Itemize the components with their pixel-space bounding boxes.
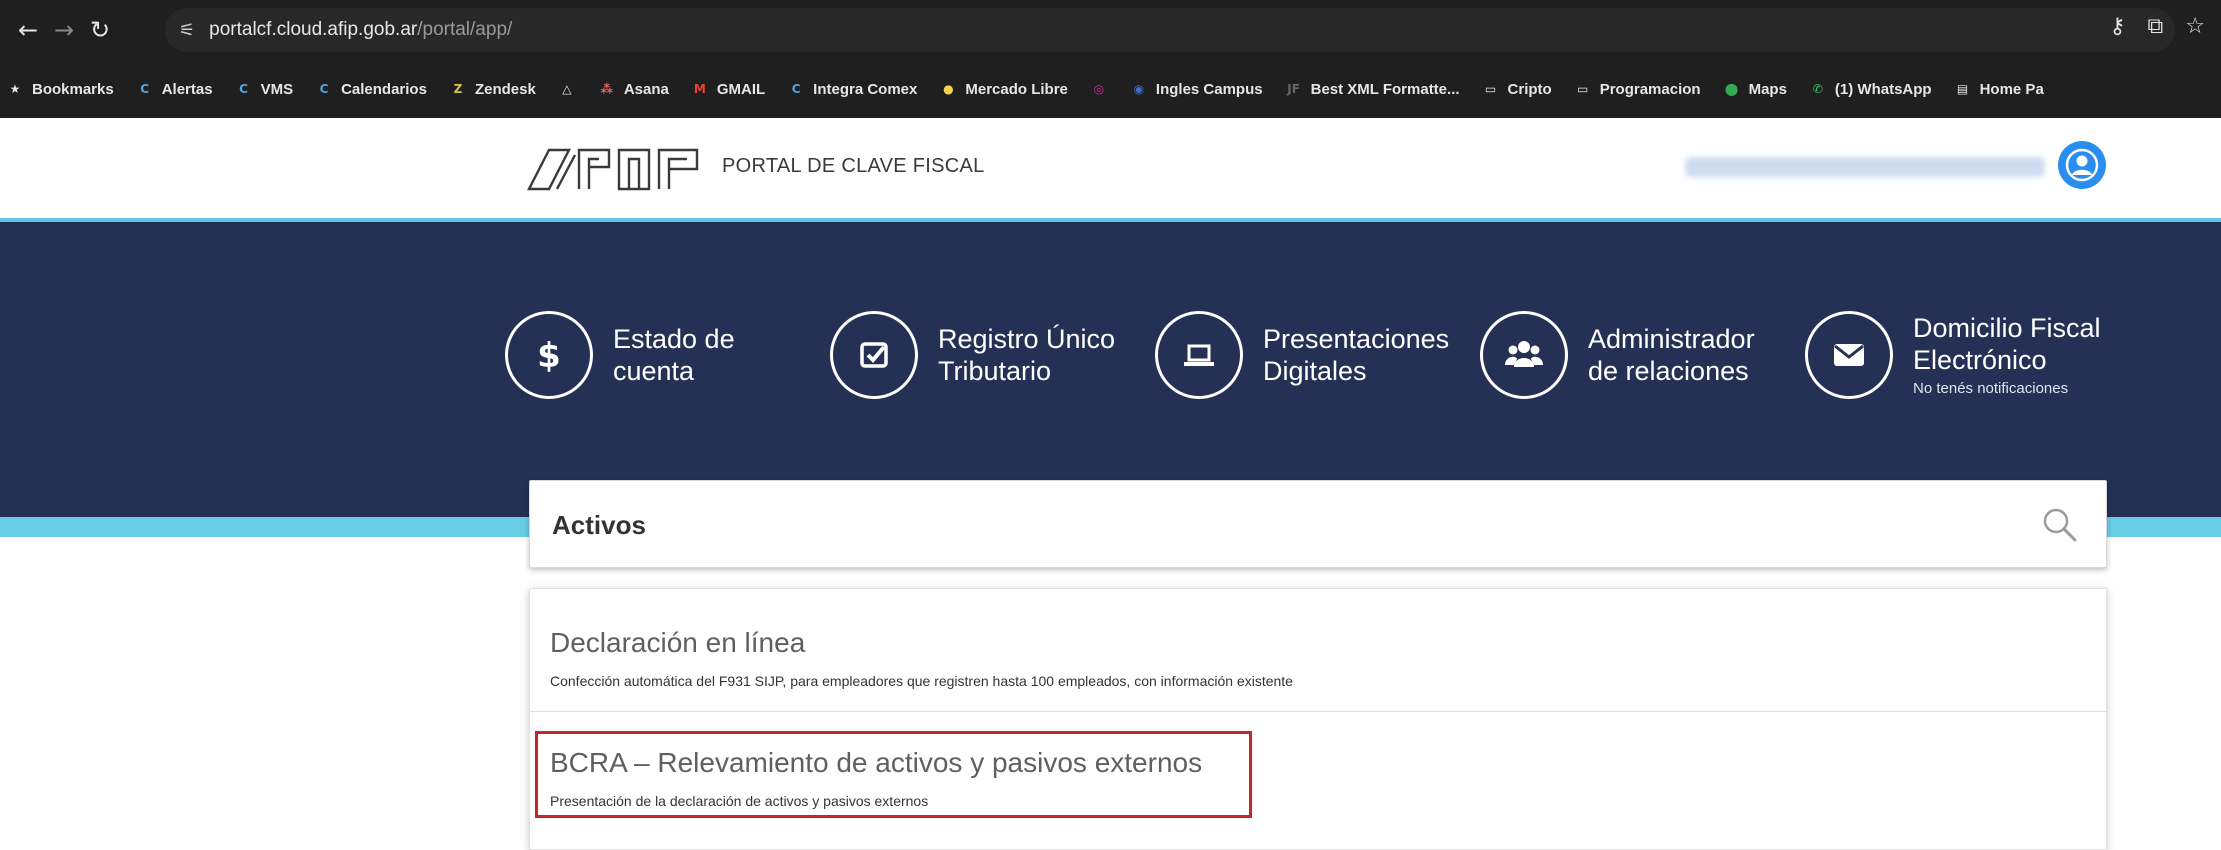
bookmarks-bar: ★ Bookmarks C Alertas C VMS C Calendarios Z Zende… <box>0 60 2221 118</box>
bookmark-item[interactable]: ▤ Home Pa <box>1954 80 2044 98</box>
bookmark-label: (1) WhatsApp <box>1834 80 1932 98</box>
dollar-icon: $ <box>505 311 593 399</box>
bookmark-item[interactable]: ⬤ Maps <box>1723 80 1787 98</box>
result-divider <box>530 711 2108 712</box>
xml-icon: JF <box>1287 82 1300 96</box>
bookmark-item[interactable]: ▭ Cripto <box>1482 80 1552 98</box>
maps-icon: ⬤ <box>1724 82 1739 96</box>
result-title: Declaración en línea <box>550 627 806 658</box>
user-name-blurred[interactable] <box>1685 157 2045 177</box>
url-path: /portal/app/ <box>417 19 513 40</box>
campus-icon: ◉ <box>1133 82 1145 96</box>
reload-icon[interactable]: ↻ <box>82 16 118 44</box>
bookmark-item[interactable]: C Calendarios <box>315 80 427 98</box>
bookmark-label: GMAIL <box>716 80 766 98</box>
quick-label: Estado de cuenta <box>613 323 735 386</box>
bookmark-label: Mercado Libre <box>965 80 1068 98</box>
bookmark-item[interactable]: C VMS <box>235 80 294 98</box>
quick-presentaciones-digitales[interactable]: Presentaciones Digitales <box>1155 305 1449 405</box>
address-url[interactable]: portalcf.cloud.afip.gob.ar/portal/app/ <box>209 19 512 41</box>
gmail-icon: M <box>693 82 706 96</box>
bookmark-label: Calendarios <box>341 80 427 98</box>
checkbox-icon <box>830 311 918 399</box>
users-icon <box>1480 311 1568 399</box>
mercadolibre-icon: ● <box>943 82 954 96</box>
c-logo-icon: C <box>791 82 801 96</box>
svg-text:$: $ <box>537 336 561 376</box>
portal-title: PORTAL DE CLAVE FISCAL <box>722 155 985 177</box>
bookmark-item[interactable]: JF Best XML Formatte... <box>1285 80 1460 98</box>
site-settings-icon[interactable]: ⚟ <box>179 20 195 41</box>
star-icon: ★ <box>9 82 21 96</box>
bookmark-label: Alertas <box>161 80 213 98</box>
url-host: portalcf.cloud.afip.gob.ar <box>209 19 418 40</box>
bookmark-label: Asana <box>623 80 669 98</box>
instagram-icon: ◎ <box>1093 82 1105 96</box>
folder-icon: ▭ <box>1484 82 1497 96</box>
bookmark-label: Programacion <box>1599 80 1701 98</box>
asana-icon: ⁂ <box>600 82 613 96</box>
bookmark-item[interactable]: C Integra Comex <box>787 80 918 98</box>
bookmark-item[interactable]: ▭ Programacion <box>1574 80 1701 98</box>
c-logo-icon: C <box>140 82 150 96</box>
bookmark-label: VMS <box>260 80 294 98</box>
envelope-icon <box>1805 311 1893 399</box>
c-logo-icon: C <box>239 82 248 96</box>
bookmark-label: Zendesk <box>474 80 536 98</box>
bookmark-item[interactable]: ◎ <box>1090 80 1108 98</box>
browser-toolbar: ← → ↻ ⚟ portalcf.cloud.afip.gob.ar/porta… <box>0 0 2221 60</box>
install-app-icon[interactable]: ⧉ <box>2148 14 2164 39</box>
quick-domicilio-fiscal-electronico[interactable]: Domicilio Fiscal Electrónico No tenés no… <box>1805 305 2101 405</box>
bookmark-item[interactable]: ★ Bookmarks <box>6 80 114 98</box>
c-logo-icon: C <box>319 82 329 96</box>
user-avatar-icon[interactable] <box>2058 141 2106 189</box>
notification-status: No tenés notificaciones <box>1913 380 2069 398</box>
quick-label: Domicilio Fiscal Electrónico No tenés no… <box>1913 312 2101 398</box>
search-input[interactable] <box>552 501 1972 549</box>
bookmark-label: Integra Comex <box>813 80 918 98</box>
bookmark-item[interactable]: ● Mercado Libre <box>939 80 1068 98</box>
highlight-box <box>535 731 1252 818</box>
back-arrow-icon[interactable]: ← <box>10 16 46 44</box>
bookmark-item[interactable]: C Alertas <box>136 80 213 98</box>
bookmark-item[interactable]: ◉ Ingles Campus <box>1130 80 1263 98</box>
bookmark-label: Ingles Campus <box>1155 80 1263 98</box>
bookmark-star-icon[interactable]: ☆ <box>2185 14 2205 39</box>
quick-label: Administrador de relaciones <box>1588 323 1755 386</box>
bookmark-label: Best XML Formatte... <box>1310 80 1460 98</box>
bookmark-item[interactable]: ✆ (1) WhatsApp <box>1809 80 1932 98</box>
laptop-icon <box>1155 311 1243 399</box>
forward-arrow-icon[interactable]: → <box>46 16 82 44</box>
search-icon[interactable] <box>2040 505 2080 545</box>
search-box <box>529 480 2107 568</box>
bookmark-item[interactable]: ⁂ Asana <box>598 80 669 98</box>
bookmark-label: Home Pa <box>1979 80 2044 98</box>
browser-actions: ⚷ ⧉ ☆ <box>2109 14 2205 39</box>
bookmark-item[interactable]: Z Zendesk <box>449 80 536 98</box>
bookmark-label: Bookmarks <box>32 80 114 98</box>
quick-estado-de-cuenta[interactable]: $ Estado de cuenta <box>505 305 735 405</box>
triangle-icon: △ <box>562 82 572 96</box>
result-item[interactable]: Declaración en línea Confección automáti… <box>530 627 2108 689</box>
bookmark-item[interactable]: △ <box>558 80 576 98</box>
folder-icon: ▭ <box>1577 82 1589 96</box>
bookmark-label: Maps <box>1748 80 1787 98</box>
quick-administrador-de-relaciones[interactable]: Administrador de relaciones <box>1480 305 1755 405</box>
zendesk-icon: Z <box>453 82 463 96</box>
whatsapp-icon: ✆ <box>1812 82 1823 96</box>
result-description: Confección automática del F931 SIJP, par… <box>550 673 1293 689</box>
password-key-icon[interactable]: ⚷ <box>2109 14 2125 39</box>
afip-logo[interactable] <box>527 147 704 191</box>
quick-label: Registro Único Tributario <box>938 323 1116 386</box>
bookmark-label: Cripto <box>1507 80 1552 98</box>
quick-registro-unico-tributario[interactable]: Registro Único Tributario <box>830 305 1115 405</box>
bookmark-item[interactable]: M GMAIL <box>691 80 765 98</box>
quick-label: Presentaciones Digitales <box>1263 323 1450 386</box>
page-icon: ▤ <box>1956 82 1969 96</box>
address-bar[interactable]: ⚟ portalcf.cloud.afip.gob.ar/portal/app/ <box>165 8 2175 52</box>
